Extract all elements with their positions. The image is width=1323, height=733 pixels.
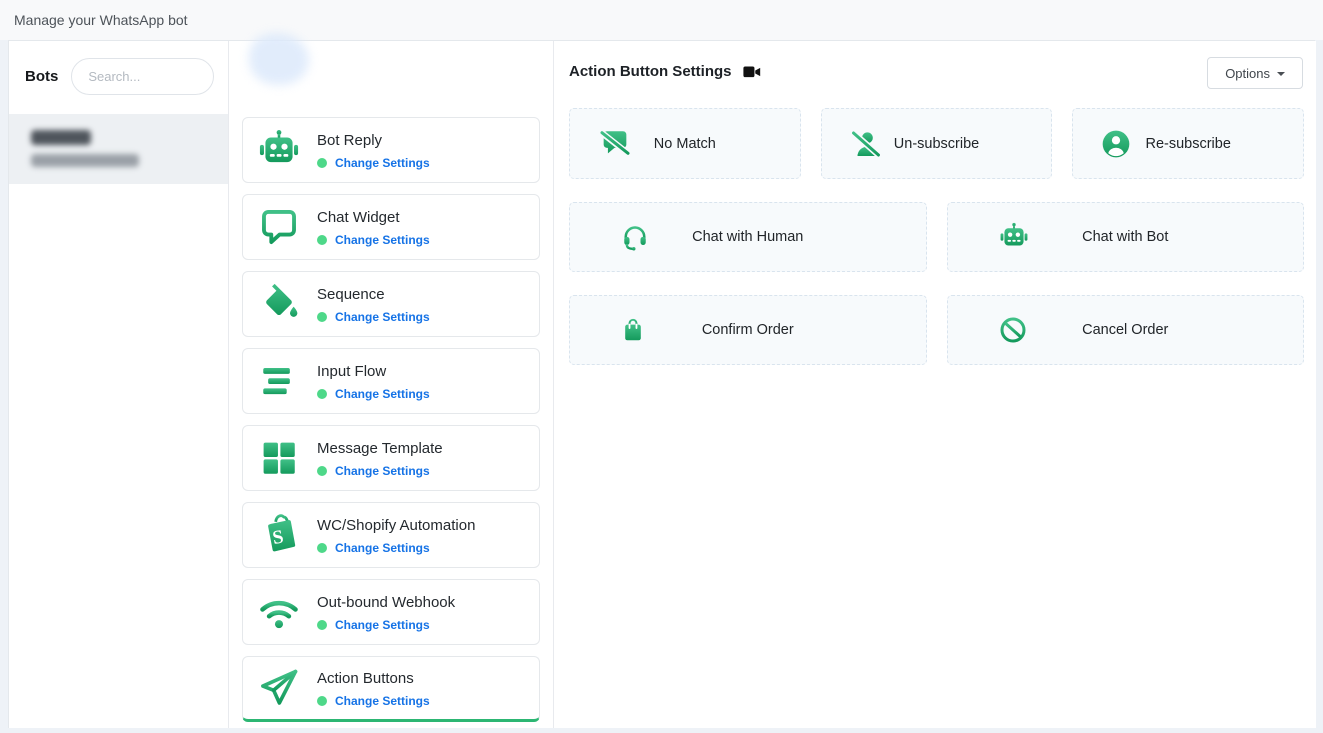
change-settings-link[interactable]: Change Settings xyxy=(335,618,430,632)
action-button-chat-with-bot[interactable]: Chat with Bot xyxy=(947,202,1305,272)
page-title: Manage your WhatsApp bot xyxy=(14,12,188,28)
options-dropdown-button[interactable]: Options xyxy=(1207,57,1303,89)
feature-title: Bot Reply xyxy=(317,132,430,149)
user-slash-icon xyxy=(849,127,883,161)
feature-title: Out-bound Webhook xyxy=(317,594,455,611)
feature-title: Message Template xyxy=(317,440,443,457)
action-button-label: No Match xyxy=(654,136,716,152)
features-column: Bot Reply Change Settings Chat Widget xyxy=(229,41,554,728)
chat-slash-icon xyxy=(597,127,633,161)
feature-card-bot-reply[interactable]: Bot Reply Change Settings xyxy=(242,117,540,183)
feature-title: Chat Widget xyxy=(317,209,430,226)
paint-bucket-icon xyxy=(253,280,305,328)
feature-card-shopify-automation[interactable]: S WC/Shopify Automation Change Settings xyxy=(242,502,540,568)
status-dot xyxy=(317,158,327,168)
feature-title: WC/Shopify Automation xyxy=(317,517,475,534)
feature-title: Sequence xyxy=(317,286,430,303)
change-settings-link[interactable]: Change Settings xyxy=(335,387,430,401)
user-circle-icon xyxy=(1100,128,1132,160)
action-button-resubscribe[interactable]: Re-subscribe xyxy=(1072,108,1304,179)
main-container: Bots xyxy=(8,40,1315,728)
grid-icon xyxy=(253,434,305,482)
bot-search-input[interactable] xyxy=(71,58,214,95)
robot-icon xyxy=(253,126,305,174)
feature-card-outbound-webhook[interactable]: Out-bound Webhook Change Settings xyxy=(242,579,540,645)
redacted-bot-phone xyxy=(31,154,139,167)
feature-card-action-buttons[interactable]: Action Buttons Change Settings xyxy=(242,656,540,722)
top-bar: Manage your WhatsApp bot xyxy=(0,0,1323,40)
bots-heading: Bots xyxy=(25,68,58,85)
options-label: Options xyxy=(1225,66,1270,81)
action-button-confirm-order[interactable]: Confirm Order xyxy=(569,295,927,365)
action-button-label: Chat with Bot xyxy=(1082,229,1168,245)
action-button-label: Un-subscribe xyxy=(894,136,979,152)
wifi-icon xyxy=(253,588,305,636)
change-settings-link[interactable]: Change Settings xyxy=(335,233,430,247)
bot-list-item-selected[interactable] xyxy=(9,114,228,184)
status-dot xyxy=(317,389,327,399)
change-settings-link[interactable]: Change Settings xyxy=(335,694,430,708)
status-dot xyxy=(317,466,327,476)
change-settings-link[interactable]: Change Settings xyxy=(335,541,430,555)
action-button-settings-panel: Action Button Settings Options xyxy=(554,41,1316,728)
redacted-bot-name xyxy=(31,130,91,145)
action-button-label: Chat with Human xyxy=(692,229,803,245)
list-bars-icon xyxy=(253,357,305,405)
action-button-cancel-order[interactable]: Cancel Order xyxy=(947,295,1305,365)
panel-title: Action Button Settings xyxy=(569,63,731,80)
feature-card-sequence[interactable]: Sequence Change Settings xyxy=(242,271,540,337)
action-button-chat-with-human[interactable]: Chat with Human xyxy=(569,202,927,272)
headset-icon xyxy=(620,221,650,253)
paper-plane-icon xyxy=(253,664,305,712)
status-dot xyxy=(317,620,327,630)
action-button-label: Cancel Order xyxy=(1082,322,1168,338)
action-button-unsubscribe[interactable]: Un-subscribe xyxy=(821,108,1053,179)
blurred-avatar xyxy=(249,33,309,85)
status-dot xyxy=(317,312,327,322)
robot-icon xyxy=(998,222,1030,253)
action-button-label: Confirm Order xyxy=(702,322,794,338)
feature-card-input-flow[interactable]: Input Flow Change Settings xyxy=(242,348,540,414)
bots-sidebar: Bots xyxy=(9,41,229,728)
feature-title: Input Flow xyxy=(317,363,430,380)
chevron-down-icon xyxy=(1277,72,1285,76)
action-button-label: Re-subscribe xyxy=(1145,136,1230,152)
change-settings-link[interactable]: Change Settings xyxy=(335,156,430,170)
status-dot xyxy=(317,696,327,706)
shopping-bag-icon xyxy=(620,315,646,345)
status-dot xyxy=(317,543,327,553)
shopify-bag-icon: S xyxy=(253,511,305,559)
feature-title: Action Buttons xyxy=(317,670,430,687)
chat-bubble-icon xyxy=(253,203,305,251)
action-button-no-match[interactable]: No Match xyxy=(569,108,801,179)
feature-card-message-template[interactable]: Message Template Change Settings xyxy=(242,425,540,491)
ban-icon xyxy=(998,315,1028,345)
change-settings-link[interactable]: Change Settings xyxy=(335,464,430,478)
change-settings-link[interactable]: Change Settings xyxy=(335,310,430,324)
status-dot xyxy=(317,235,327,245)
feature-card-chat-widget[interactable]: Chat Widget Change Settings xyxy=(242,194,540,260)
video-tutorial-icon[interactable] xyxy=(743,65,761,79)
